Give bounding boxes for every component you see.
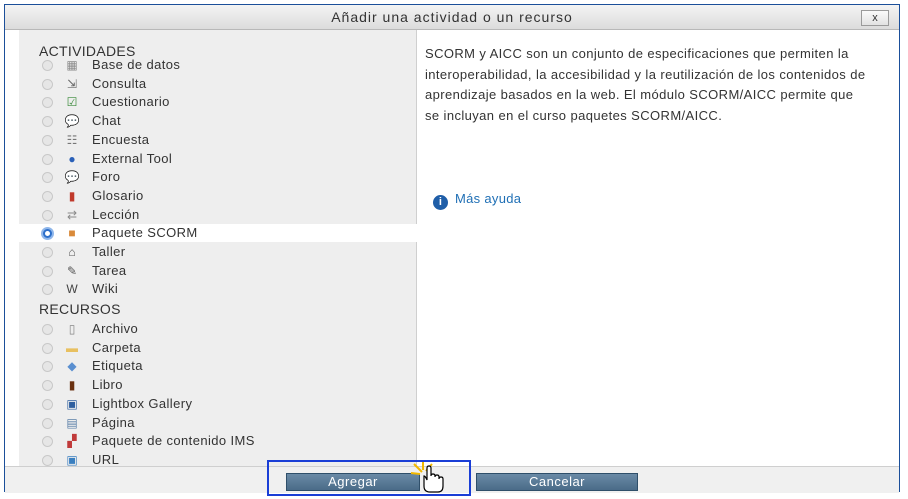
description-panel: SCORM y AICC son un conjunto de especifi…	[417, 30, 899, 466]
option-label: Chat	[92, 113, 122, 129]
radio-button[interactable]	[42, 97, 53, 109]
quiz-icon: ☑	[66, 95, 78, 110]
resources-option[interactable]: ▤ Página	[19, 414, 417, 432]
resources-option[interactable]: ▞ Paquete de contenido IMS	[19, 432, 417, 450]
radio-button[interactable]	[42, 60, 53, 71]
choice-icon: ⇲	[66, 76, 78, 91]
activities-option[interactable]: ⇄ Lección	[19, 206, 417, 224]
option-label: Carpeta	[92, 339, 142, 355]
add-button[interactable]: Agregar	[286, 473, 420, 491]
activities-option[interactable]: 💬 Foro	[19, 168, 417, 186]
resources-option[interactable]: ▮ Libro	[19, 376, 417, 394]
option-label: Cuestionario	[92, 94, 170, 110]
option-label: Taller	[92, 244, 126, 259]
activities-option[interactable]: ▦ Base de datos	[19, 56, 417, 74]
info-icon: i	[433, 195, 448, 210]
radio-button[interactable]	[42, 116, 53, 128]
activities-option[interactable]: ▮ Glosario	[19, 187, 417, 205]
book-icon: ▮	[68, 378, 76, 393]
resources-option[interactable]: ▬ Carpeta	[19, 339, 417, 357]
chat-icon: 💬	[64, 114, 80, 129]
resources-option[interactable]: ◆ Etiqueta	[19, 357, 417, 375]
scorm-package-icon: ■	[68, 226, 76, 241]
radio-button[interactable]	[42, 209, 53, 221]
radio-button[interactable]	[41, 227, 54, 241]
option-label: Encuesta	[92, 131, 150, 147]
workshop-icon: ⌂	[68, 245, 76, 259]
more-help-label: Más ayuda	[455, 191, 522, 206]
radio-button[interactable]	[42, 172, 53, 184]
activities-option[interactable]: ✎ Tarea	[19, 262, 417, 280]
radio-button[interactable]	[42, 380, 53, 392]
lesson-icon: ⇄	[66, 207, 78, 222]
glossary-icon: ▮	[68, 188, 76, 203]
resources-heading: RECURSOS	[39, 301, 121, 317]
page-icon: ▤	[66, 415, 78, 430]
radio-button[interactable]	[42, 454, 53, 466]
option-label: Lección	[92, 206, 140, 222]
radio-button[interactable]	[42, 153, 53, 165]
option-label: Lightbox Gallery	[92, 395, 193, 411]
dialog-footer: Agregar Cancelar	[5, 466, 899, 493]
hand-cursor-icon	[410, 462, 444, 493]
activities-option[interactable]: W Wiki	[19, 280, 417, 298]
forum-icon: 💬	[64, 170, 80, 185]
option-label: Glosario	[92, 187, 144, 203]
option-label: Consulta	[92, 75, 147, 91]
survey-icon: ☷	[66, 132, 78, 147]
radio-button[interactable]	[42, 190, 53, 202]
gallery-icon: ▣	[66, 396, 78, 411]
wiki-icon: W	[66, 282, 78, 297]
option-label: Paquete SCORM	[92, 225, 198, 241]
option-label: Paquete de contenido IMS	[92, 433, 255, 449]
label-icon: ◆	[67, 359, 77, 374]
activities-option[interactable]: ⇲ Consulta	[19, 75, 417, 93]
radio-button[interactable]	[42, 247, 53, 258]
radio-button[interactable]	[42, 78, 53, 90]
activities-option[interactable]: 💬 Chat	[19, 112, 417, 130]
more-help-link[interactable]: i Más ayuda	[433, 191, 521, 210]
options-panel: ACTIVIDADES RECURSOS ▦ Base de datos ⇲ Cons…	[19, 30, 425, 467]
database-icon: ▦	[66, 58, 78, 72]
radio-button[interactable]	[42, 398, 53, 410]
option-label: Wiki	[92, 281, 119, 297]
option-label: External Tool	[92, 150, 173, 166]
option-label: Foro	[92, 169, 121, 185]
radio-button[interactable]	[42, 284, 53, 296]
option-label: Tarea	[92, 262, 127, 278]
ims-package-icon: ▞	[67, 434, 77, 449]
radio-button[interactable]	[42, 134, 53, 146]
external-tool-icon: ●	[68, 151, 76, 166]
option-label: Archivo	[92, 321, 139, 336]
activities-option[interactable]: ● External Tool	[19, 150, 417, 168]
activities-option[interactable]: ⌂ Taller	[19, 243, 417, 261]
folder-icon: ▬	[66, 340, 78, 355]
option-label: Etiqueta	[92, 358, 143, 374]
activities-option[interactable]: ☑ Cuestionario	[19, 93, 417, 111]
dialog-titlebar: Añadir una actividad o un recurso x	[5, 5, 899, 30]
radio-button[interactable]	[42, 324, 53, 335]
option-label: Libro	[92, 377, 123, 393]
option-label: URL	[92, 451, 120, 467]
resources-option[interactable]: ▣ Lightbox Gallery	[19, 395, 417, 413]
radio-button[interactable]	[42, 342, 53, 354]
module-description: SCORM y AICC son un conjunto de especifi…	[425, 46, 866, 123]
radio-button[interactable]	[42, 265, 53, 277]
resources-option[interactable]: ▯ Archivo	[19, 320, 417, 338]
dialog-title: Añadir una actividad o un recurso	[331, 9, 573, 25]
option-label: Base de datos	[92, 57, 181, 72]
activities-option[interactable]: ☷ Encuesta	[19, 131, 417, 149]
activities-option[interactable]: ■ Paquete SCORM	[19, 224, 425, 243]
add-activity-dialog: Añadir una actividad o un recurso x ACTI…	[4, 4, 900, 493]
assignment-icon: ✎	[66, 263, 78, 278]
option-label: Página	[92, 414, 135, 430]
file-icon: ▯	[68, 322, 76, 336]
radio-button[interactable]	[42, 436, 53, 448]
radio-button[interactable]	[42, 417, 53, 429]
radio-button[interactable]	[42, 361, 53, 373]
close-button[interactable]: x	[861, 10, 889, 26]
cancel-button[interactable]: Cancelar	[476, 473, 638, 491]
